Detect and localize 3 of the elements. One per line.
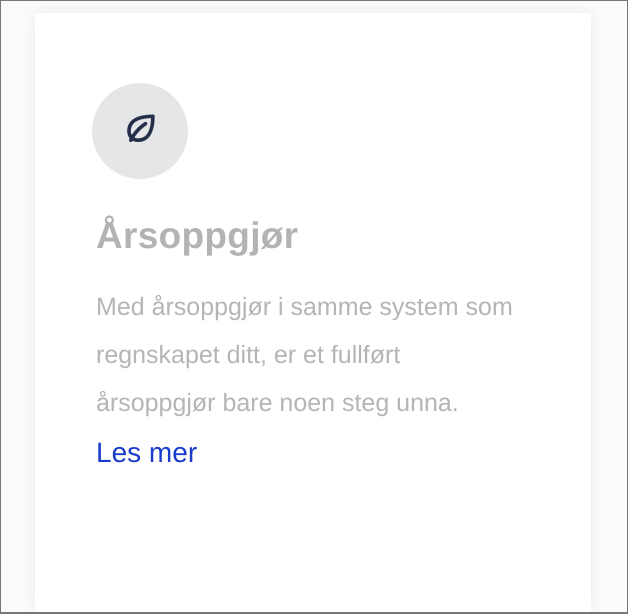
read-more-link[interactable]: Les mer <box>96 437 198 469</box>
card-title: Årsoppgjør <box>96 215 298 257</box>
card-description: Med årsoppgjør i samme system som regnskapet ditt, er et fullført årsoppgjør bare noen steg unna. <box>96 292 514 419</box>
